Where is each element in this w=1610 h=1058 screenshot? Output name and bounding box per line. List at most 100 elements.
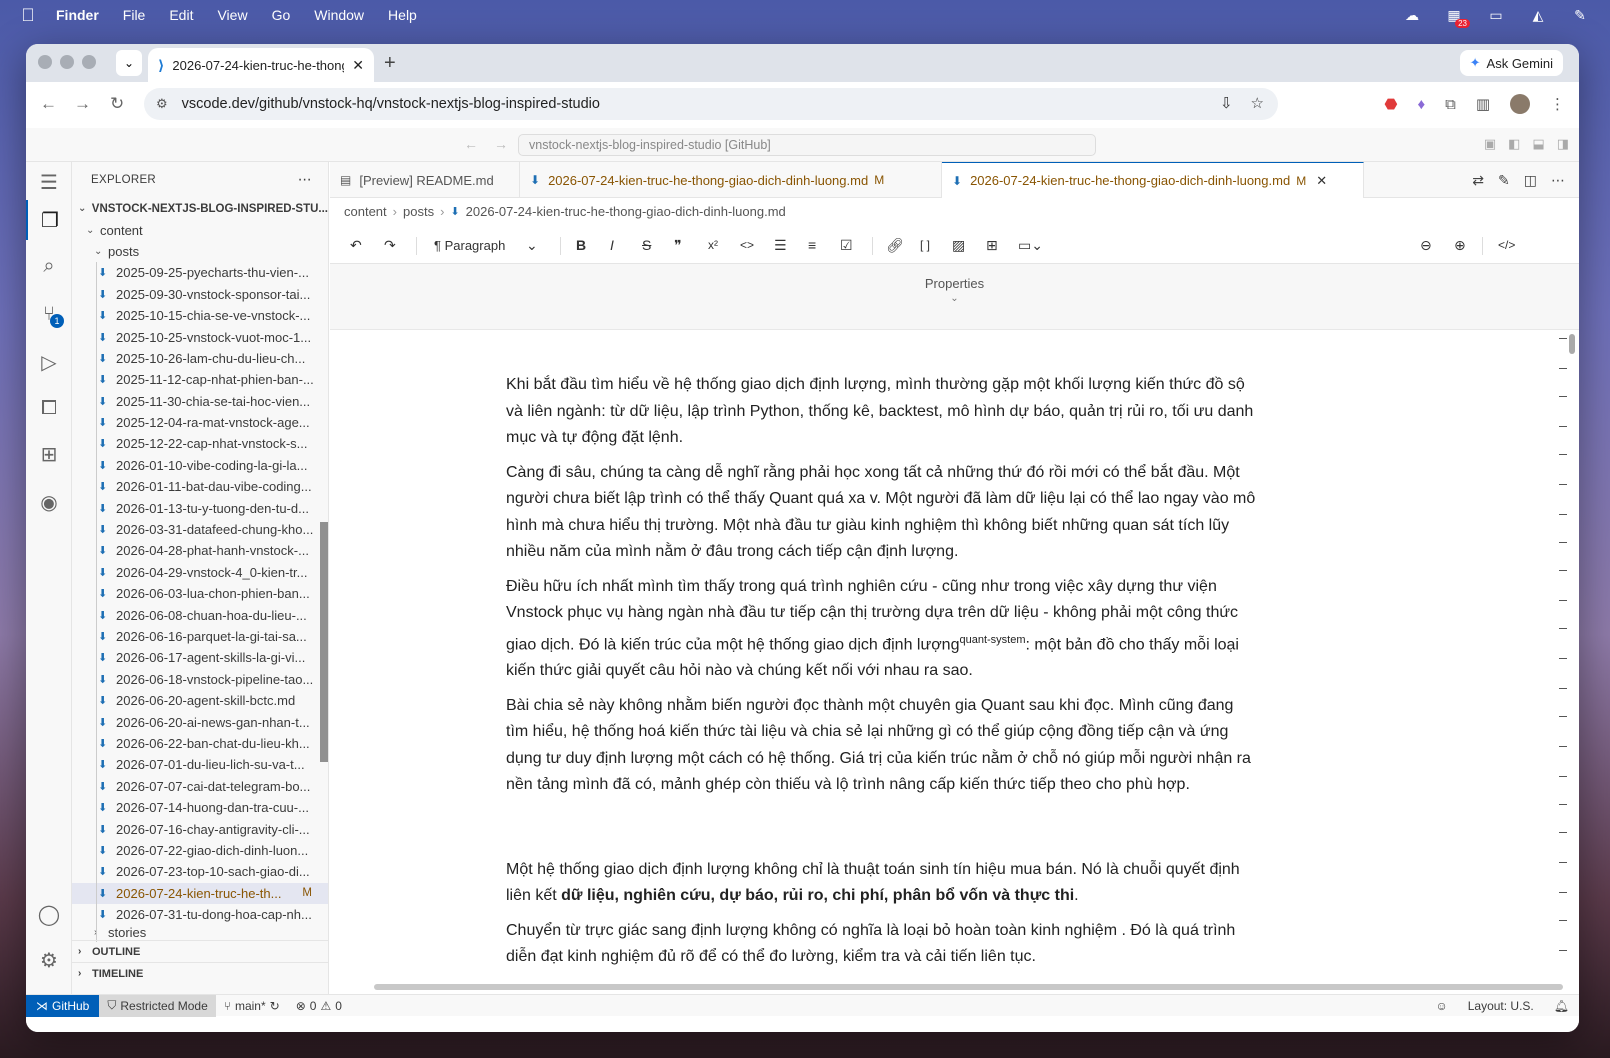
keyboard-layout[interactable]: Layout: U.S.	[1468, 999, 1534, 1013]
address-bar[interactable]: ⚙ vscode.dev/github/vnstock-hq/vnstock-n…	[144, 88, 1278, 120]
minimize-window-button[interactable]	[60, 55, 74, 69]
file-item[interactable]: ⬇ 2026-07-16-chay-antigravity-cli-...	[72, 818, 328, 839]
toggle-secondary-sidebar-icon[interactable]: ◨	[1557, 136, 1569, 152]
file-item[interactable]: ⬇ 2026-04-28-phat-hanh-vnstock-...	[72, 540, 328, 561]
horizontal-scrollbar[interactable]	[374, 984, 1563, 990]
reading-list-icon[interactable]: ▥	[1476, 95, 1490, 113]
bullet-list-icon[interactable]: ☰	[774, 234, 787, 256]
paragraph-4[interactable]: Bài chia sẻ này không nhằm biến người đọ…	[506, 693, 1256, 799]
screen-icon[interactable]: ▭	[1486, 7, 1506, 23]
ask-gemini-button[interactable]: ✦ Ask Gemini	[1459, 50, 1563, 76]
new-tab-button[interactable]: +	[384, 52, 396, 75]
strikethrough-icon[interactable]: S	[642, 234, 651, 256]
menu-app[interactable]: Finder	[56, 7, 99, 23]
remote-indicator[interactable]: ⋊ GitHub	[26, 994, 100, 1017]
source-control-icon[interactable]: ⑂ 1	[26, 294, 72, 334]
file-item[interactable]: ⬇ 2025-10-15-chia-se-ve-vnstock-...	[72, 305, 328, 326]
file-item[interactable]: ⬇ 2025-10-26-lam-chu-du-lieu-ch...	[72, 348, 328, 369]
file-item[interactable]: ⬇ 2026-07-31-tu-dong-hoa-cap-nh...	[72, 904, 328, 925]
zoom-out-icon[interactable]: ⊖	[1420, 234, 1432, 256]
extensions-puzzle-icon[interactable]: ⧉	[1445, 96, 1456, 113]
problems-indicator[interactable]: ⊗ 0 ⚠ 0	[288, 999, 350, 1013]
calendar-icon[interactable]: ▦ 23	[1444, 7, 1470, 28]
italic-icon[interactable]: I	[610, 234, 614, 256]
paragraph-1[interactable]: Khi bắt đầu tìm hiểu về hệ thống giao dị…	[506, 372, 1256, 452]
file-item[interactable]: ⬇ 2026-07-22-giao-dich-dinh-luon...	[72, 840, 328, 861]
nav-forward-icon[interactable]: →	[494, 136, 508, 152]
feather-icon[interactable]: ✎	[1570, 7, 1590, 23]
file-item[interactable]: ⬇ 2025-12-04-ra-mat-vnstock-age...	[72, 412, 328, 433]
command-center[interactable]: vnstock-nextjs-blog-inspired-studio [Git…	[518, 134, 1096, 156]
nav-back-icon[interactable]: ←	[464, 136, 478, 152]
breadcrumb-file[interactable]: 2026-07-24-kien-truc-he-thong-giao-dich-…	[466, 204, 786, 219]
site-settings-icon[interactable]: ⚙	[156, 96, 168, 112]
quote-icon[interactable]: ❞	[674, 234, 682, 256]
file-item[interactable]: ⬇ 2026-04-29-vnstock-4_0-kien-tr...	[72, 562, 328, 583]
search-icon[interactable]: ⌕	[26, 246, 72, 286]
forward-icon[interactable]: →	[74, 94, 91, 114]
redo-icon[interactable]: ↷	[384, 234, 396, 256]
apple-icon[interactable]: 	[18, 5, 38, 25]
manage-gear-icon[interactable]: ⚙	[26, 940, 72, 980]
copilot-icon[interactable]: ☺	[1435, 999, 1447, 1013]
extensions-icon[interactable]: ⊞	[26, 434, 72, 474]
profile-avatar[interactable]	[1510, 94, 1530, 114]
paragraph-2[interactable]: Càng đi sâu, chúng ta càng dễ nghĩ rằng …	[506, 460, 1256, 566]
folder-content[interactable]: ⌄ content	[72, 219, 328, 240]
breadcrumb-content[interactable]: content	[344, 204, 387, 219]
numbered-list-icon[interactable]: ≡	[808, 234, 816, 256]
close-window-button[interactable]	[38, 55, 52, 69]
file-item[interactable]: ⬇ 2025-12-22-cap-nhat-vnstock-s...	[72, 433, 328, 454]
vertical-scrollbar[interactable]	[1569, 334, 1575, 354]
file-item[interactable]: ⬇ 2026-06-22-ban-chat-du-lieu-kh...	[72, 733, 328, 754]
footnote-ref[interactable]: quant-system	[959, 634, 1025, 646]
tab-preview-readme[interactable]: ▤ [Preview] README.md	[330, 162, 520, 198]
toggle-sidebar-icon[interactable]: ◧	[1508, 136, 1520, 152]
brackets-icon[interactable]: [ ]	[920, 234, 930, 256]
file-item[interactable]: ⬇ 2026-01-13-tu-y-tuong-den-tu-d...	[72, 497, 328, 518]
file-item[interactable]: ⬇ 2026-07-01-du-lieu-lich-su-va-t...	[72, 754, 328, 775]
undo-icon[interactable]: ↶	[350, 234, 362, 256]
menu-file[interactable]: File	[123, 7, 146, 23]
image-icon[interactable]: ▨	[952, 234, 965, 256]
outline-section[interactable]: › OUTLINE	[72, 940, 329, 962]
explorer-icon[interactable]: ❐	[26, 200, 72, 240]
branch-indicator[interactable]: ⑂ main* ↻	[216, 999, 288, 1013]
bold-icon[interactable]: B	[576, 234, 586, 256]
file-item[interactable]: ⬇ 2026-06-16-parquet-la-gi-tai-sa...	[72, 626, 328, 647]
timeline-section[interactable]: › TIMELINE	[72, 962, 329, 984]
superscript-icon[interactable]: x²	[708, 234, 718, 256]
more-actions-icon[interactable]: ⋯	[298, 171, 312, 188]
run-debug-icon[interactable]: ▷	[26, 342, 72, 382]
paragraph-6[interactable]: Chuyển từ trực giác sang định lượng khôn…	[506, 918, 1256, 971]
properties-panel[interactable]: Properties ⌄	[330, 264, 1579, 330]
folder-posts[interactable]: ⌄ posts	[72, 241, 328, 262]
install-app-icon[interactable]: ⇩	[1220, 94, 1233, 112]
menu-go[interactable]: Go	[272, 7, 291, 23]
edit-pencil-icon[interactable]: ✎	[1498, 172, 1510, 189]
file-item[interactable]: ⬇ 2025-09-30-vnstock-sponsor-tai...	[72, 284, 328, 305]
file-item[interactable]: ⬇ 2026-06-20-ai-news-gan-nhan-t...	[72, 711, 328, 732]
task-list-icon[interactable]: ☑	[840, 234, 853, 256]
remote-explorer-icon[interactable]: ⧠	[26, 388, 72, 428]
split-editor-icon[interactable]: ◫	[1524, 172, 1537, 189]
file-item[interactable]: ⬇ 2026-01-10-vibe-coding-la-gi-la...	[72, 455, 328, 476]
file-item[interactable]: ⬇ 2025-11-30-chia-se-tai-hoc-vien...	[72, 391, 328, 412]
browser-tab[interactable]: ⟩ 2026-07-24-kien-truc-he-thong-giao-dic…	[148, 48, 374, 82]
customize-layout-icon[interactable]: ▣	[1484, 136, 1496, 152]
zoom-in-icon[interactable]: ⊕	[1454, 234, 1466, 256]
sidebar-scrollbar[interactable]	[320, 522, 328, 762]
folder-stories[interactable]: ›stories	[72, 925, 328, 939]
inline-code-icon[interactable]: <>	[740, 234, 754, 256]
file-item[interactable]: ⬇ 2026-07-07-cai-dat-telegram-bo...	[72, 776, 328, 797]
file-item[interactable]: ⬇ 2025-10-25-vnstock-vuot-moc-1...	[72, 326, 328, 347]
close-tab-icon[interactable]: ✕	[1316, 173, 1327, 189]
file-item[interactable]: ⬇ 2026-07-24-kien-truc-he-th... M	[72, 882, 328, 904]
comment-icon[interactable]: ▭⌄	[1018, 234, 1043, 256]
tab-md-file[interactable]: ⬇ 2026-07-24-kien-truc-he-thong-giao-dic…	[520, 162, 942, 198]
tab-search-button[interactable]: ⌄	[116, 50, 142, 76]
file-item[interactable]: ⬇ 2026-01-11-bat-dau-vibe-coding...	[72, 476, 328, 497]
url-text[interactable]: vscode.dev/github/vnstock-hq/vnstock-nex…	[182, 96, 600, 112]
browser-menu-icon[interactable]: ⋮	[1550, 95, 1565, 113]
close-tab-icon[interactable]: ✕	[352, 57, 364, 74]
